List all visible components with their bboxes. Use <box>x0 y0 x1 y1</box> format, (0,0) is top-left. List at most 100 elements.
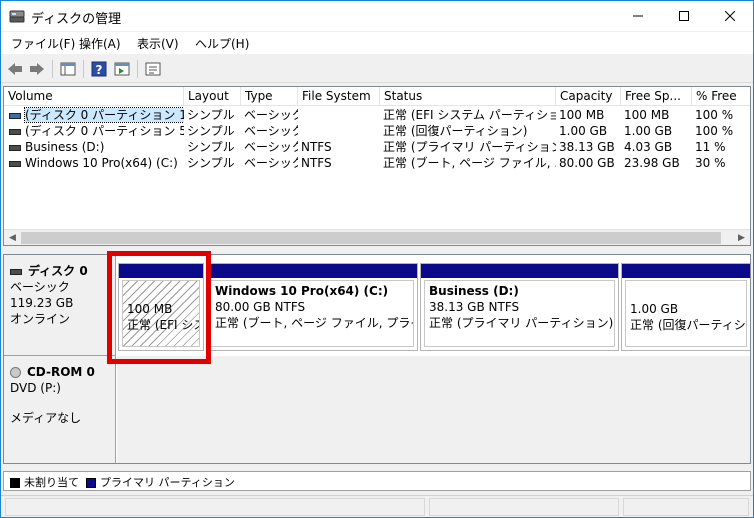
status-segment <box>5 498 425 516</box>
partition-windows-c[interactable]: Windows 10 Pro(x64) (C:) 80.00 GB NTFS 正… <box>206 263 418 351</box>
back-arrow-icon[interactable] <box>6 60 24 78</box>
partition-recovery[interactable]: 1.00 GB 正常 (回復パーティション) <box>621 263 750 351</box>
toolbar-separator <box>83 60 84 78</box>
drive-icon <box>9 144 21 151</box>
volume-free: 4.03 GB <box>624 140 673 154</box>
volume-free: 23.98 GB <box>624 156 680 170</box>
window-title: ディスクの管理 <box>31 12 122 27</box>
partition-size: 80.00 GB NTFS <box>215 300 306 314</box>
console-tree-icon[interactable] <box>59 60 77 78</box>
svg-text:?: ? <box>96 63 103 77</box>
status-bar <box>1 495 753 517</box>
volume-fs <box>298 107 380 123</box>
col-header-free-space[interactable]: Free Sp... <box>621 87 692 106</box>
partition-type-bar <box>207 264 417 278</box>
status-segment <box>623 498 749 516</box>
disk-type: ベーシック <box>10 280 70 294</box>
menu-view[interactable]: 表示(V) <box>137 35 179 52</box>
close-button[interactable] <box>707 1 753 31</box>
legend-label: 未割り当て <box>24 476 79 489</box>
volume-capacity: 100 MB <box>559 108 605 122</box>
partition-status: 正常 (ブート, ページ ファイル, プライマリ パーティション) <box>215 316 413 330</box>
help-icon[interactable]: ? <box>90 60 108 78</box>
scroll-left-arrow-icon[interactable]: ◀ <box>4 231 21 245</box>
cdrom-name: CD-ROM 0 <box>27 365 95 379</box>
volume-type: ベーシック <box>244 140 298 154</box>
title-bar[interactable]: ディスクの管理 <box>1 1 753 31</box>
col-header-status[interactable]: Status <box>380 87 556 106</box>
volume-row[interactable]: Windows 10 Pro(x64) (C:) シンプル ベーシック NTFS… <box>4 155 750 171</box>
legend-item-unallocated: 未割り当て <box>10 474 79 490</box>
volume-name: (ディスク 0 パーティション 1) <box>24 107 184 123</box>
toolbar: ? <box>1 55 753 83</box>
volume-fs <box>298 123 380 139</box>
legend-label: プライマリ パーティション <box>100 476 235 489</box>
volume-row[interactable]: (ディスク 0 パーティション 1) シンプル ベーシック 正常 (EFI シス… <box>4 107 750 123</box>
volume-fs: NTFS <box>301 140 332 154</box>
hard-disk-icon <box>10 268 22 275</box>
cdrom-0-label[interactable]: CD-ROM 0 DVD (P:) メディアなし <box>4 356 116 463</box>
volume-name-cell: (ディスク 0 パーティション 1) <box>4 107 184 123</box>
toolbar-separator <box>52 60 53 78</box>
volume-row[interactable]: Business (D:) シンプル ベーシック NTFS 正常 (プライマリ … <box>4 139 750 155</box>
partition-title: Business (D:) <box>429 284 519 298</box>
col-header-percent-free[interactable]: % Free <box>692 87 750 106</box>
volume-status: 正常 (回復パーティション) <box>383 124 528 138</box>
cdrom-empty-area[interactable] <box>117 356 750 463</box>
partition-title: Windows 10 Pro(x64) (C:) <box>215 284 389 298</box>
volume-capacity: 80.00 GB <box>559 156 615 170</box>
properties-icon[interactable] <box>144 60 162 78</box>
volume-free: 1.00 GB <box>624 124 673 138</box>
volume-layout: シンプル <box>187 156 235 170</box>
scroll-right-arrow-icon[interactable]: ▶ <box>733 231 750 245</box>
legend-swatch-blue <box>86 478 96 488</box>
disk-management-window: ディスクの管理 ファイル(F) 操作(A) 表示(V) ヘルプ(H) ? Vol… <box>0 0 754 518</box>
disk-0-label[interactable]: ディスク 0 ベーシック 119.23 GB オンライン <box>4 255 116 356</box>
volume-type: ベーシック <box>244 124 298 138</box>
col-header-volume[interactable]: Volume <box>4 87 184 106</box>
action-pane-icon[interactable] <box>113 60 131 78</box>
drive-icon <box>9 128 21 135</box>
close-icon <box>725 11 735 21</box>
drive-icon <box>9 160 21 167</box>
volume-type: ベーシック <box>244 108 298 122</box>
drive-icon <box>9 112 21 119</box>
partition-size: 38.13 GB NTFS <box>429 300 520 314</box>
volume-status: 正常 (ブート, ページ ファイル, ... <box>383 156 556 170</box>
toolbar-separator <box>137 60 138 78</box>
col-header-layout[interactable]: Layout <box>184 87 241 106</box>
menu-help[interactable]: ヘルプ(H) <box>195 35 249 52</box>
scrollbar-thumb[interactable] <box>21 232 721 244</box>
menu-file[interactable]: ファイル(F) <box>11 35 75 52</box>
volume-percent: 100 % <box>695 124 734 138</box>
maximize-button[interactable] <box>661 1 707 31</box>
partition-body: Business (D:) 38.13 GB NTFS 正常 (プライマリ パー… <box>424 280 615 347</box>
col-header-type[interactable]: Type <box>241 87 298 106</box>
disk-state: オンライン <box>10 312 71 326</box>
partition-business-d[interactable]: Business (D:) 38.13 GB NTFS 正常 (プライマリ パー… <box>420 263 619 351</box>
col-header-capacity[interactable]: Capacity <box>556 87 621 106</box>
cdrom-media: メディアなし <box>10 411 82 425</box>
volume-name: Business (D:) <box>25 140 105 154</box>
forward-arrow-icon[interactable] <box>28 60 46 78</box>
legend-swatch-black <box>10 478 20 488</box>
partition-type-bar <box>421 264 618 278</box>
volume-type: ベーシック <box>244 156 298 170</box>
partition-body: 1.00 GB 正常 (回復パーティション) <box>625 280 747 347</box>
volume-name-cell: Windows 10 Pro(x64) (C:) <box>4 155 184 171</box>
partition-type-bar <box>622 264 750 278</box>
horizontal-scrollbar[interactable]: ◀ ▶ <box>4 229 750 245</box>
volume-layout: シンプル <box>187 124 235 138</box>
minimize-icon <box>633 15 643 17</box>
volume-row[interactable]: (ディスク 0 パーティション 5) シンプル ベーシック 正常 (回復パーティ… <box>4 123 750 139</box>
status-segment <box>429 498 619 516</box>
col-header-file-system[interactable]: File System <box>298 87 380 106</box>
partition-body: Windows 10 Pro(x64) (C:) 80.00 GB NTFS 正… <box>210 280 414 347</box>
highlight-annotation <box>107 251 211 364</box>
volume-name-cell: Business (D:) <box>4 139 184 155</box>
disk-size: 119.23 GB <box>10 296 74 310</box>
menu-action[interactable]: 操作(A) <box>79 35 121 52</box>
volume-list-pane: Volume Layout Type File System Status Ca… <box>3 86 751 246</box>
partition-size: 1.00 GB <box>630 302 679 316</box>
minimize-button[interactable] <box>615 1 661 31</box>
